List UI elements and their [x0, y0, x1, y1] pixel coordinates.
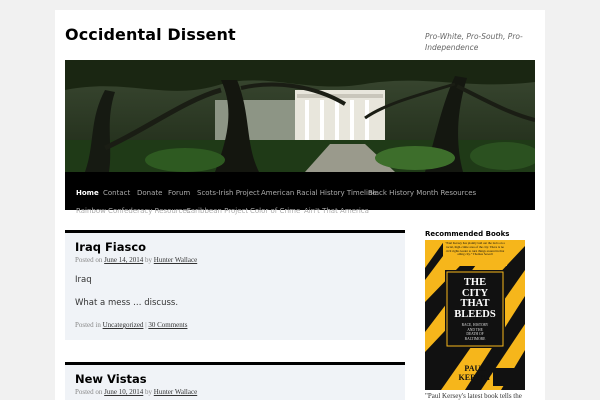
nav-item-color-of-crime[interactable]: Color of Crime [250, 207, 300, 216]
post-author-link[interactable]: Hunter Wallace [154, 388, 197, 396]
nav-item-aint-that-america[interactable]: Ain't That America [304, 207, 369, 216]
nav-item-black-history-month-resources[interactable]: Black History Month Resources [368, 189, 476, 198]
main-navigation: Home Contact Donate Forum Scots-Irish Pr… [65, 172, 535, 215]
post-meta: Posted on June 10, 2014 by Hunter Wallac… [75, 388, 197, 396]
footer-posted-in: Posted in [75, 321, 101, 329]
nav-item-donate[interactable]: Donate [137, 189, 162, 198]
nav-item-home[interactable]: Home [76, 189, 99, 198]
header-image[interactable] [65, 60, 535, 172]
book-author-line: PAUL [464, 364, 486, 373]
nav-item-contact[interactable]: Contact [103, 189, 130, 198]
post-author-link[interactable]: Hunter Wallace [154, 256, 197, 264]
book-cover[interactable]: "Paul Kersey has plainly laid out the fa… [425, 240, 525, 390]
nav-item-forum[interactable]: Forum [168, 189, 190, 198]
nav-item-scots-irish-project[interactable]: Scots-Irish Project [197, 189, 260, 198]
book-subtitle: RACE, HISTORY AND THE DEATH OF BALTIMORE [445, 323, 505, 341]
post-paragraph: What a mess … discuss. [75, 298, 179, 308]
post-date-link[interactable]: June 14, 2014 [104, 256, 143, 264]
site-title[interactable]: Occidental Dissent [65, 25, 236, 44]
book-title-line: BLEEDS [454, 308, 496, 320]
meta-posted-on: Posted on [75, 388, 103, 396]
post-paragraph: Iraq [75, 275, 92, 285]
footer-separator: | [145, 321, 147, 329]
meta-posted-on: Posted on [75, 256, 103, 264]
post-comments-link[interactable]: 30 Comments [148, 321, 187, 329]
book-blurb: "Paul Kersey has plainly laid out the fa… [445, 242, 505, 257]
nav-item-rainbow-confederacy-resources[interactable]: Rainbow Confederacy Resources [76, 207, 190, 216]
book-author-line: KERSEY [458, 373, 492, 382]
site-description: Pro-White, Pro-South, Pro-Independence [425, 32, 523, 52]
post-date-link[interactable]: June 10, 2014 [104, 388, 143, 396]
book-title-line: THE [463, 277, 487, 288]
meta-by: by [145, 388, 153, 396]
page-container: Occidental Dissent Pro-White, Pro-South,… [55, 10, 545, 400]
book-title: THE CITY THAT BLEEDS [445, 277, 505, 320]
post-footer: Posted in Uncategorized | 30 Comments [75, 321, 187, 329]
post: Iraq Fiasco Posted on June 14, 2014 by H… [65, 230, 405, 340]
post: New Vistas Posted on June 10, 2014 by Hu… [65, 362, 405, 400]
post-title[interactable]: Iraq Fiasco [75, 240, 146, 254]
meta-by: by [145, 256, 153, 264]
nav-item-american-racial-history-timeline[interactable]: American Racial History Timeline [261, 189, 377, 198]
sidebar-widget-title: Recommended Books [425, 230, 510, 238]
book-title-line: THAT [460, 298, 490, 309]
post-title[interactable]: New Vistas [75, 372, 147, 386]
nav-item-caribbean-project[interactable]: Caribbean Project [186, 207, 248, 216]
post-category-link[interactable]: Uncategorized [103, 321, 144, 329]
oak-alley-photo [65, 60, 535, 172]
book-subtitle-line: BALTIMORE [464, 336, 486, 341]
sidebar-caption: "Paul Kersey's latest book tells the [425, 392, 522, 400]
post-meta: Posted on June 14, 2014 by Hunter Wallac… [75, 256, 197, 264]
book-author: PAUL KERSEY [445, 364, 505, 382]
